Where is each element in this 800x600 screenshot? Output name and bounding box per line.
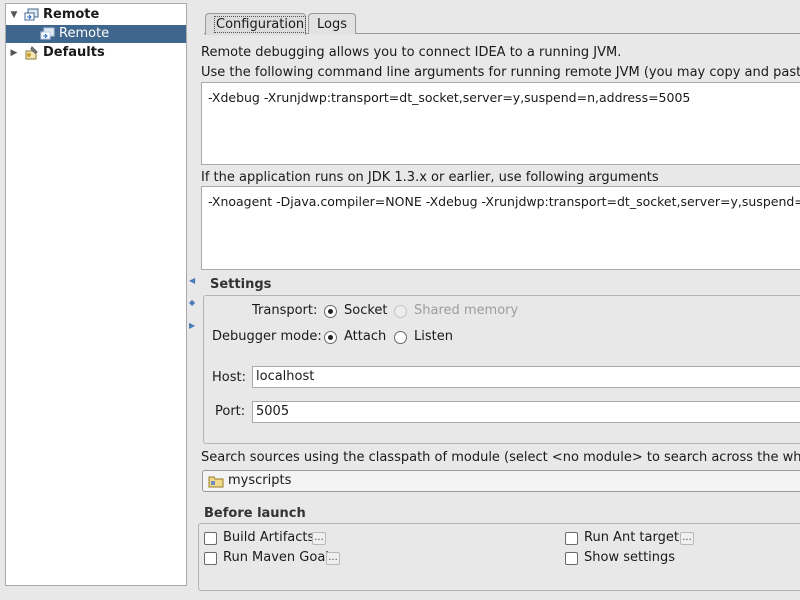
port-input[interactable]: 5005	[252, 401, 800, 423]
settings-title: Settings	[210, 277, 272, 292]
show-settings-checkbox[interactable]	[565, 552, 578, 565]
legacy-jvm-args-textarea[interactable]: -Xnoagent -Djava.compiler=NONE -Xdebug -…	[201, 186, 800, 270]
transport-label: Transport:	[252, 303, 318, 318]
host-label: Host:	[212, 370, 246, 385]
expand-arrow-icon[interactable]: ▼	[9, 6, 19, 24]
tree-item-label: Defaults	[43, 45, 105, 60]
mode-listen-label[interactable]: Listen	[414, 329, 453, 344]
tree-item-remote-selected[interactable]: Remote	[6, 25, 186, 43]
module-folder-icon	[208, 476, 224, 488]
intro-line-1: Remote debugging allows you to connect I…	[201, 45, 622, 60]
run-config-tree[interactable]: ▼ Remote Remote ▶ Defaults	[5, 3, 187, 586]
mode-listen-radio[interactable]	[394, 331, 407, 344]
module-selected-value: myscripts	[228, 473, 292, 488]
splitter-expand-right-icon[interactable]: ▶	[189, 322, 195, 330]
transport-shared-memory-label: Shared memory	[414, 303, 519, 318]
debugger-mode-label: Debugger mode:	[212, 329, 322, 344]
remote-config-icon	[24, 8, 39, 21]
build-artifacts-checkbox[interactable]	[204, 532, 217, 545]
tree-item-label: Remote	[43, 7, 100, 22]
tree-item-remote-group[interactable]: ▼ Remote	[6, 6, 186, 24]
run-maven-goal-checkbox[interactable]	[204, 552, 217, 565]
module-classpath-label: Search sources using the classpath of mo…	[201, 450, 800, 465]
mode-attach-label[interactable]: Attach	[344, 329, 386, 344]
build-artifacts-label[interactable]: Build Artifacts	[223, 530, 314, 545]
jvm-args-text: -Xdebug -Xrunjdwp:transport=dt_socket,se…	[208, 90, 691, 105]
tab-configuration[interactable]: Configuration	[205, 13, 307, 35]
tree-item-defaults[interactable]: ▶ Defaults	[6, 44, 186, 62]
run-maven-goal-label[interactable]: Run Maven Goal	[223, 550, 329, 565]
transport-socket-radio[interactable]	[324, 305, 337, 318]
run-maven-goal-more-button[interactable]: ...	[326, 552, 340, 565]
legacy-jvm-args-text: -Xnoagent -Djava.compiler=NONE -Xdebug -…	[208, 194, 800, 209]
show-settings-label[interactable]: Show settings	[584, 550, 675, 565]
defaults-wrench-icon	[25, 46, 38, 60]
transport-shared-memory-radio[interactable]	[394, 305, 407, 318]
intro-line-2: Use the following command line arguments…	[201, 65, 800, 80]
splitter-collapse-left-icon[interactable]: ◀	[189, 277, 195, 285]
jvm-args-textarea[interactable]: -Xdebug -Xrunjdwp:transport=dt_socket,se…	[201, 82, 800, 165]
before-launch-title: Before launch	[204, 506, 306, 521]
run-ant-target-checkbox[interactable]	[565, 532, 578, 545]
host-input[interactable]: localhost	[252, 366, 800, 388]
remote-run-icon	[40, 27, 55, 40]
jdk-note: If the application runs on JDK 1.3.x or …	[201, 170, 659, 185]
tab-logs-label: Logs	[317, 17, 347, 32]
mode-attach-radio[interactable]	[324, 331, 337, 344]
run-ant-target-label[interactable]: Run Ant target	[584, 530, 679, 545]
splitter-handle-icon[interactable]: ◆	[189, 299, 195, 307]
module-combobox[interactable]: myscripts	[202, 470, 800, 492]
collapse-arrow-icon[interactable]: ▶	[9, 44, 19, 62]
run-ant-target-more-button[interactable]: ...	[680, 532, 694, 545]
port-label: Port:	[215, 404, 246, 419]
tree-item-label: Remote	[59, 26, 110, 41]
tab-configuration-label: Configuration	[214, 16, 307, 33]
build-artifacts-more-button[interactable]: ...	[312, 532, 326, 545]
transport-socket-label[interactable]: Socket	[344, 303, 388, 318]
tab-logs[interactable]: Logs	[308, 13, 356, 34]
